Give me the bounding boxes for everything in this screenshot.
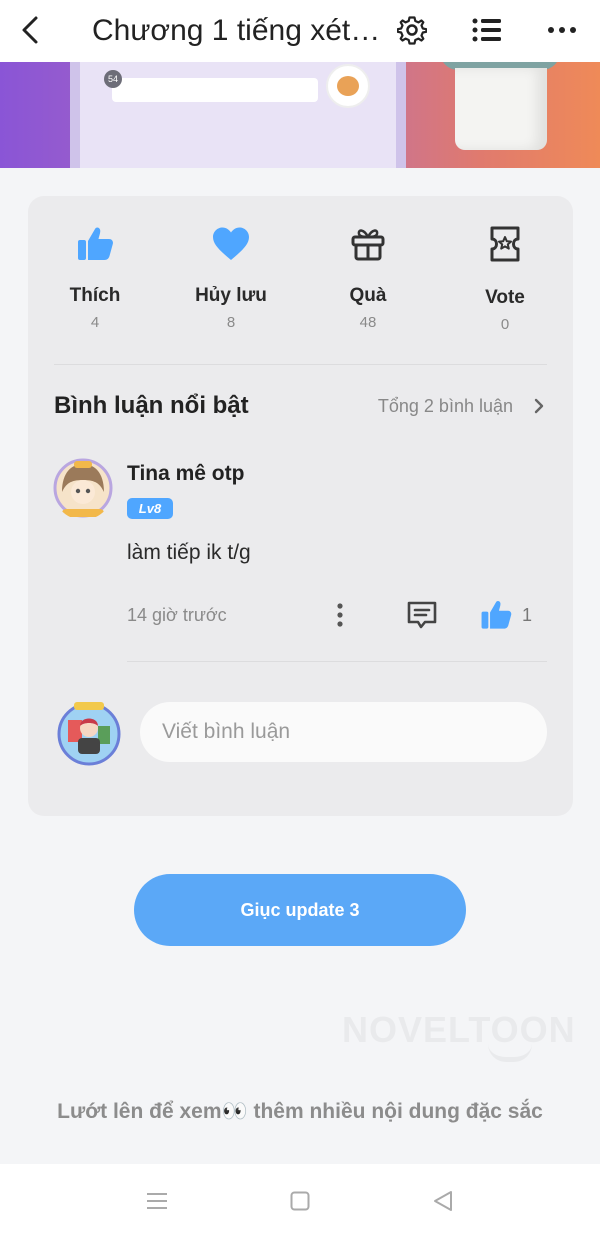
commenter-avatar[interactable] [52,454,114,520]
top-app-bar: Chương 1 tiếng xét ... [0,0,600,62]
menu-icon [147,1193,167,1209]
table-of-contents-button[interactable] [467,10,507,50]
comment-more-button[interactable] [328,600,352,630]
unsave-label: Hủy lưu [195,285,267,306]
gift-icon [346,222,390,266]
gift-action[interactable]: Quà 48 [313,222,423,332]
gift-label: Quà [349,285,387,306]
my-avatar[interactable] [54,698,124,768]
banner-badge: 54 [104,70,122,88]
scroll-up-hint: Lướt lên để xem👀 thêm nhiều nội dung đặc… [57,1100,543,1123]
settings-button[interactable] [392,10,432,50]
watermark-smile [488,1044,532,1062]
chevron-right-icon[interactable] [529,394,549,418]
total-comments-link[interactable]: Tổng 2 bình luận [378,394,513,418]
thumbs-up-icon [73,222,117,266]
pot-illustration [455,68,547,150]
back-button[interactable] [12,12,48,48]
vote-label: Vote [485,287,525,308]
featured-comments-title: Bình luận nổi bật [54,392,249,419]
more-vertical-icon [337,603,343,627]
comment-like-count: 1 [522,605,533,625]
comment-like-button[interactable] [478,596,514,634]
comment-username[interactable]: Tina mê otp [127,460,244,488]
banner-bubble [112,78,318,102]
promo-banner[interactable]: 54 [0,62,600,168]
triangle-back-icon [434,1191,452,1211]
urge-update-button[interactable]: Giục update 3 [134,874,466,946]
square-icon [290,1191,310,1211]
like-label: Thích [69,285,121,306]
vote-ticket-icon [483,222,527,266]
gear-icon [397,16,427,45]
back-nav-button[interactable] [428,1186,458,1216]
system-navigation-bar [0,1164,600,1238]
comment-input-box[interactable] [140,702,547,762]
interaction-card: Thích 4 Hủy lưu 8 Quà 48 Vote 0 Bình luậ… [28,196,573,816]
recent-apps-button[interactable] [142,1186,172,1216]
comment-bubble-icon [407,601,437,629]
unsave-count: 8 [226,314,236,331]
more-options-button[interactable] [542,10,582,50]
vote-count: 0 [500,316,510,333]
list-icon [472,18,501,42]
reply-button[interactable] [404,598,440,632]
gift-count: 48 [359,314,377,331]
comment-timestamp: 14 giờ trước [127,605,227,625]
noveltoon-watermark: NOVELTOON [342,1009,576,1050]
divider [127,661,547,662]
comment-input[interactable] [140,702,547,762]
chevron-left-icon [22,16,38,44]
divider [54,364,547,365]
heart-icon [209,222,253,266]
like-action[interactable]: Thích 4 [40,222,150,332]
action-bar: Thích 4 Hủy lưu 8 Quà 48 Vote 0 [28,196,573,356]
chapter-title: Chương 1 tiếng xét ... [92,14,382,47]
comment-text: làm tiếp ik t/g [127,541,251,564]
like-count: 4 [90,314,100,331]
unsave-action[interactable]: Hủy lưu 8 [176,222,286,332]
level-badge: Lv8 [127,498,173,519]
thumbs-up-icon [481,601,512,629]
more-horizontal-icon [548,27,576,33]
home-button[interactable] [285,1186,315,1216]
vote-action[interactable]: Vote 0 [450,222,560,334]
shiba-avatar-illustration [326,64,370,108]
